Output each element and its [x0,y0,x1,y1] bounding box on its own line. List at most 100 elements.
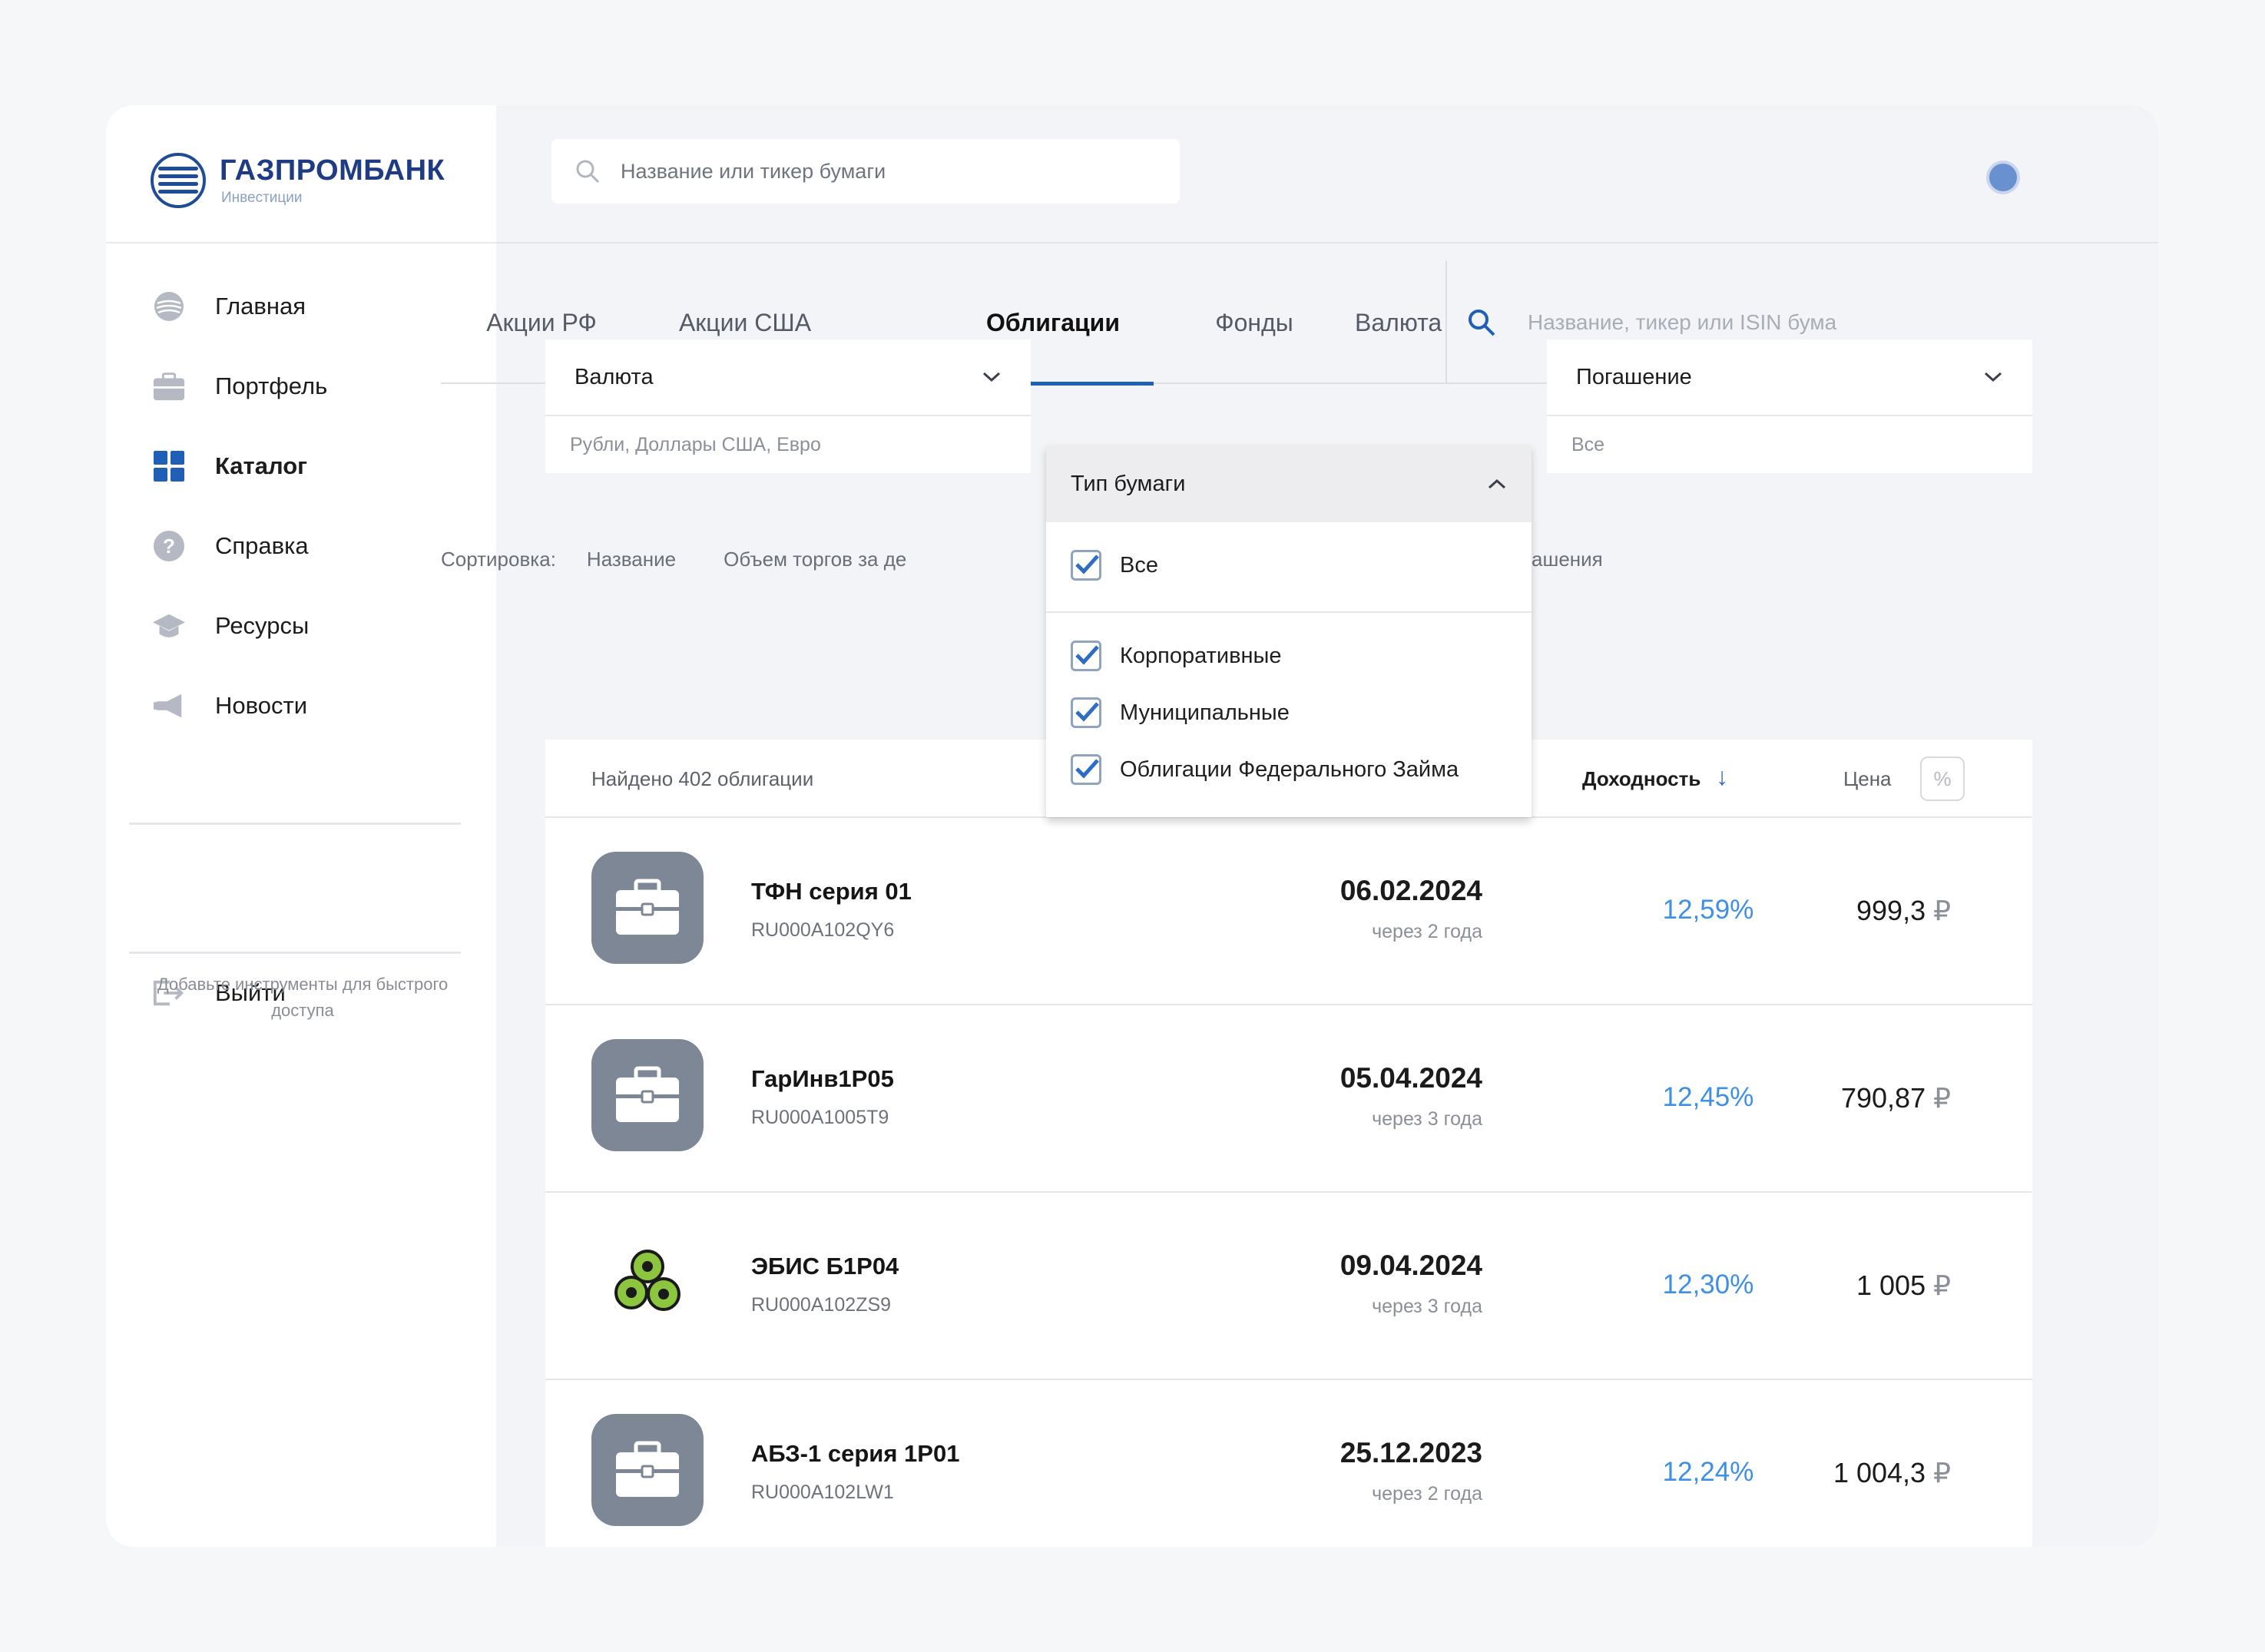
sidebar-item-label: Портфель [215,372,328,399]
sidebar-item-help[interactable]: ? Справка [106,506,496,586]
currency-filter[interactable]: Валюта Рубли, Доллары США, Евро [545,339,1031,473]
bond-price: 1 005 ₽ [1856,1270,1951,1302]
type-filter-header[interactable]: Тип бумаги [1046,445,1532,522]
sidebar-item-resources[interactable]: Ресурсы [106,586,496,666]
gears-logo-icon [614,1250,680,1311]
chevron-down-icon [982,372,1001,382]
sidebar-nav: Главная Портфель Каталог ? Справка Ресур… [106,267,496,746]
maturity-relative: через 3 года [1372,1108,1482,1130]
search-icon [576,160,600,184]
bond-yield: 12,45% [1662,1082,1754,1112]
chevron-up-icon [1488,478,1506,489]
results-count: Найдено 402 облигации [591,767,814,790]
maturity-date: 09.04.2024 [1339,1250,1482,1281]
bond-isin: RU000A102LW1 [751,1482,894,1503]
help-icon: ? [152,529,186,563]
type-option-all[interactable]: Все [1071,542,1158,588]
tab-funds[interactable]: Фонды [1154,261,1355,384]
sidebar: ГАЗПРОМБАНК Инвестиции Главная Портфель [106,105,496,1547]
type-filter-dropdown: Тип бумаги Все Корпоративные Муниципальн… [1046,445,1532,817]
sort-by-yield[interactable]: Доходность [1582,767,1700,791]
bond-isin: RU000A1005T9 [751,1107,889,1128]
checkbox-checked[interactable] [1071,754,1101,785]
check-icon [1075,555,1099,574]
bond-name: ТФН серия 01 [751,878,912,905]
table-row[interactable]: ЭБИС Б1Р04 RU000A102ZS9 09.04.2024 через… [545,1193,2032,1380]
check-icon [1075,759,1099,779]
price-value: 999,3 [1856,895,1926,926]
sidebar-item-label: Новости [215,692,308,719]
sidebar-item-catalog[interactable]: Каталог [106,426,496,506]
dropdown-divider [1046,611,1532,613]
bond-yield: 12,24% [1662,1457,1754,1487]
sidebar-divider [129,952,461,954]
sort-desc-arrow-icon[interactable]: ↓ [1716,763,1728,791]
gazprombank-logo-icon [151,153,206,208]
sort-option-name[interactable]: Название [587,548,676,571]
sort-option-maturity[interactable]: ашения [1532,528,1603,590]
table-row[interactable]: ТФН серия 01 RU000A102QY6 06.02.2024 чер… [545,818,2032,1005]
checkbox-checked[interactable] [1071,697,1101,728]
currency-filter-header[interactable]: Валюта [545,339,1031,416]
bond-name: ГарИнв1Р05 [751,1065,894,1092]
type-option-ofz[interactable]: Облигации Федерального Займа [1071,747,1459,793]
type-option-label: Все [1120,552,1158,578]
sort-option-volume[interactable]: Объем торгов за де [724,548,906,571]
price-column-header[interactable]: Цена [1843,767,1892,791]
tabs-divider [1445,261,1447,384]
briefcase-icon [616,1441,679,1497]
price-value: 790,87 [1840,1082,1926,1114]
bond-price: 999,3 ₽ [1856,895,1951,927]
graduation-cap-icon [152,609,186,643]
sidebar-item-news[interactable]: Новости [106,666,496,746]
type-filter-label: Тип бумаги [1071,471,1186,496]
bond-logo [591,1414,704,1526]
top-search-placeholder: Название или тикер бумаги [621,159,886,183]
type-option-corporate[interactable]: Корпоративные [1071,633,1281,679]
percent-toggle[interactable]: % [1920,756,1965,801]
bond-name: АБЗ-1 серия 1Р01 [751,1440,960,1467]
top-search-input[interactable]: Название или тикер бумаги [551,139,1180,204]
megaphone-icon [152,689,186,723]
price-value: 1 004,3 [1833,1457,1926,1488]
tab-currency[interactable]: Валюта [1355,261,1445,384]
bond-price: 790,87 ₽ [1841,1082,1951,1114]
maturity-filter-header[interactable]: Погашение [1547,339,2032,416]
bond-isin: RU000A102QY6 [751,919,895,941]
checkbox-checked[interactable] [1071,641,1101,671]
sidebar-item-label: Справка [215,532,309,559]
type-option-label: Облигации Федерального Займа [1120,756,1459,782]
checkbox-checked[interactable] [1071,550,1101,581]
maturity-date: 25.12.2023 [1339,1437,1482,1468]
table-row[interactable]: ГарИнв1Р05 RU000A1005T9 05.04.2024 через… [545,1005,2032,1193]
logo-area[interactable]: ГАЗПРОМБАНК Инвестиции [106,105,496,243]
type-option-municipal[interactable]: Муниципальные [1071,690,1290,736]
briefcase-icon [152,369,186,403]
chevron-down-icon [1984,372,2002,382]
bond-logo [591,852,704,964]
sidebar-item-home[interactable]: Главная [106,267,496,346]
brand-name: ГАЗПРОМБАНК [220,154,445,187]
briefcase-icon [616,879,679,935]
ruble-sign: ₽ [1933,1270,1951,1301]
search-icon [1469,310,1495,336]
type-option-label: Корпоративные [1120,643,1282,668]
ruble-sign: ₽ [1933,1457,1951,1488]
maturity-filter-label: Погашение [1576,364,1692,389]
maturity-filter-value: Все [1547,416,2032,473]
brand-subtitle: Инвестиции [221,190,303,206]
maturity-date: 05.04.2024 [1339,1062,1482,1094]
sidebar-item-portfolio[interactable]: Портфель [106,346,496,426]
table-row[interactable]: АБЗ-1 серия 1Р01 RU000A102LW1 25.12.2023… [545,1380,2032,1547]
bond-logo [591,1227,704,1339]
maturity-filter[interactable]: Погашение Все [1547,339,2032,473]
bond-name: ЭБИС Б1Р04 [751,1253,899,1280]
sort-bar: Сортировка: Название Объем торгов за де [441,528,954,590]
briefcase-icon [616,1066,679,1122]
avatar[interactable] [1986,161,2020,194]
grid-icon [152,449,186,483]
top-bar: Название или тикер бумаги [496,105,2158,243]
maturity-relative: через 2 года [1372,921,1482,942]
globe-icon [152,290,186,323]
currency-filter-label: Валюта [575,364,654,389]
